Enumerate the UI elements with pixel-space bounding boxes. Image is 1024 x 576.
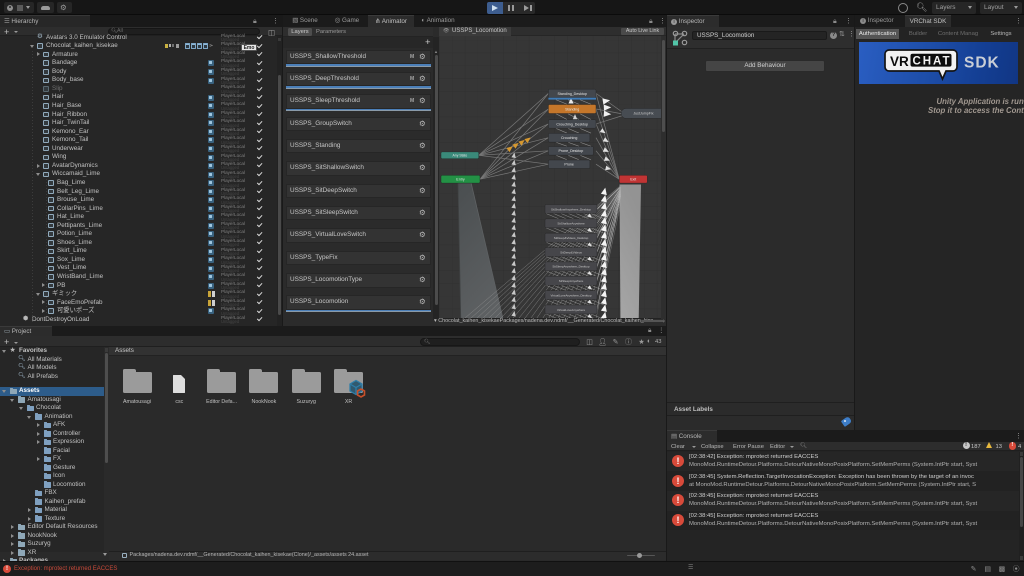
- svg-text:SitDeep&Videos_Desktop: SitDeep&Videos_Desktop: [554, 236, 589, 240]
- svg-text:SitDeep&Videos: SitDeep&Videos: [560, 250, 582, 254]
- svg-text:SitSleepAnywhere: SitSleepAnywhere: [559, 279, 584, 283]
- svg-text:SDK: SDK: [964, 55, 1000, 72]
- svg-text:Exit: Exit: [630, 177, 636, 181]
- svg-text:CHAT: CHAT: [913, 55, 950, 67]
- svg-text:Crouching_Desktop: Crouching_Desktop: [556, 122, 588, 126]
- svg-text:Prone_Desktop: Prone_Desktop: [559, 149, 584, 153]
- svg-text:SitShallowAnywhere_Desktop: SitShallowAnywhere_Desktop: [551, 207, 591, 211]
- svg-text:Standing_Desktop: Standing_Desktop: [558, 91, 587, 95]
- svg-text:VR: VR: [890, 54, 909, 69]
- svg-text:Standing: Standing: [565, 107, 579, 111]
- svg-text:VirtualLoveAnywhere_Desktop: VirtualLoveAnywhere_Desktop: [551, 293, 592, 297]
- svg-text:Prone: Prone: [564, 162, 574, 166]
- svg-text:Entry: Entry: [456, 177, 465, 181]
- svg-text:Any State: Any State: [453, 153, 468, 157]
- svg-text:SitSleepAnywhere_Desktop: SitSleepAnywhere_Desktop: [552, 264, 590, 268]
- svg-text:JustJumpFix: JustJumpFix: [633, 111, 653, 115]
- svg-text:VirtualLoveAnywhere: VirtualLoveAnywhere: [557, 307, 586, 311]
- svg-text:Crouching: Crouching: [561, 136, 577, 140]
- svg-text:SitShallowAnywhere: SitShallowAnywhere: [557, 221, 585, 225]
